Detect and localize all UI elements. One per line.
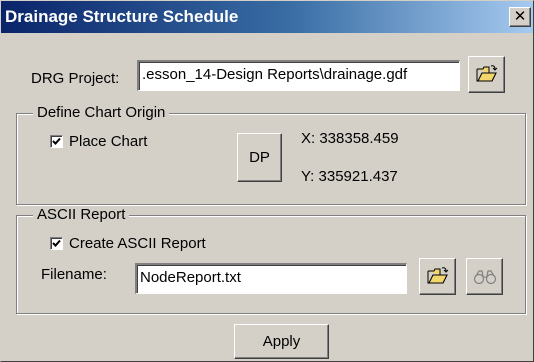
chart-origin-legend: Define Chart Origin	[33, 104, 170, 122]
binoculars-icon	[473, 270, 496, 284]
project-path-field[interactable]: .esson_14-Design Reports\drainage.gdf	[137, 60, 460, 91]
x-coordinate-readout: X: 338358.459	[301, 130, 399, 147]
checkmark-icon	[52, 239, 61, 247]
dp-button[interactable]: DP	[237, 133, 282, 182]
open-folder-icon	[427, 267, 448, 284]
filename-browse-button[interactable]	[419, 258, 456, 295]
filename-field[interactable]: NodeReport.txt	[135, 263, 407, 294]
place-chart-label[interactable]: Place Chart	[69, 133, 147, 151]
dp-button-label: DP	[249, 149, 270, 166]
project-path-value: .esson_14-Design Reports\drainage.gdf	[142, 66, 408, 83]
title-bar[interactable]: Drainage Structure Schedule ✕	[1, 1, 533, 33]
close-icon: ✕	[513, 8, 527, 25]
checkmark-icon	[52, 137, 61, 145]
create-ascii-report-label[interactable]: Create ASCII Report	[69, 235, 206, 253]
filename-label: Filename:	[41, 266, 107, 283]
create-ascii-report-checkbox[interactable]	[50, 237, 63, 250]
apply-button-label: Apply	[262, 333, 301, 350]
drainage-dialog: Drainage Structure Schedule ✕ DRG Projec…	[0, 0, 534, 362]
close-button[interactable]: ✕	[509, 7, 531, 27]
place-chart-checkbox[interactable]	[50, 135, 63, 148]
project-browse-button[interactable]	[468, 56, 505, 93]
y-coordinate-readout: Y: 335921.437	[301, 168, 398, 185]
window-title: Drainage Structure Schedule	[5, 7, 239, 26]
open-folder-icon	[476, 65, 497, 82]
filename-value: NodeReport.txt	[140, 269, 241, 286]
apply-button[interactable]: Apply	[234, 324, 329, 359]
view-report-button[interactable]	[466, 258, 503, 295]
ascii-report-legend: ASCII Report	[33, 206, 130, 224]
project-label: DRG Project:	[31, 70, 120, 87]
